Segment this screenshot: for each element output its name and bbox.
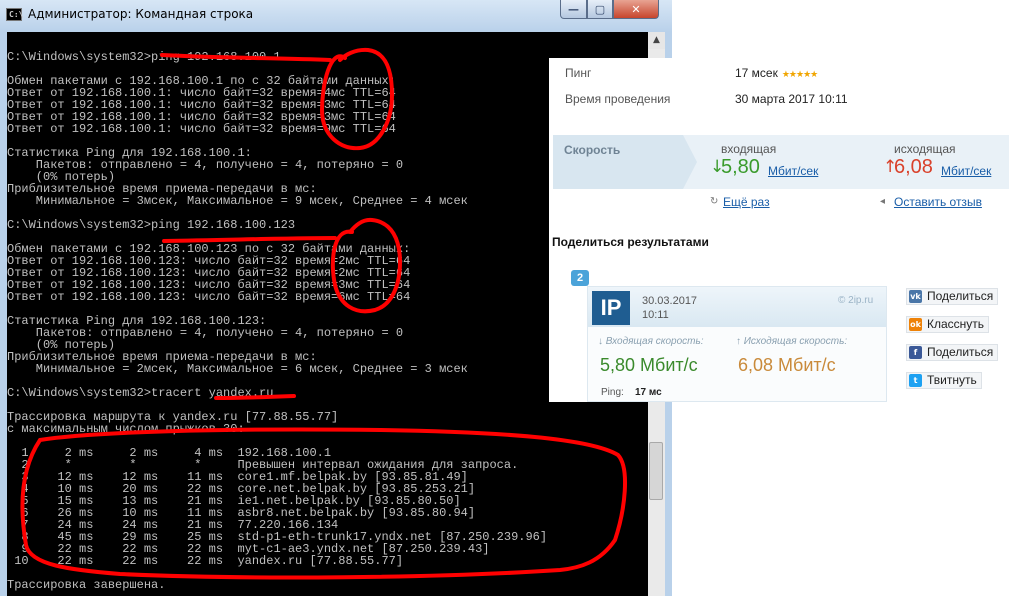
- card-ping-label: Ping:: [601, 387, 624, 398]
- twitter-icon: t: [909, 374, 922, 387]
- ping-label: Пинг: [565, 66, 592, 80]
- version-badge: 2: [571, 270, 589, 286]
- speed-row: Скорость входящая ↓ 5,80 Мбит/сек исходя…: [553, 135, 1009, 189]
- feedback-icon: ◂: [880, 196, 886, 207]
- card-date: 30.03.2017: [642, 295, 698, 307]
- card-header: IP 30.03.2017 10:11 © 2ip.ru: [588, 287, 886, 327]
- card-ping-value: 17 мс: [635, 387, 662, 398]
- download-unit-link[interactable]: Мбит/сек: [768, 164, 818, 178]
- ping-value: 17 мсек ★★★★★: [735, 66, 818, 80]
- annotation-underline-ping1: [160, 53, 332, 62]
- vk-share-button[interactable]: vk Поделиться: [906, 288, 999, 305]
- speed-tab-arrow: [683, 135, 697, 189]
- date-label: Время проведения: [565, 92, 671, 106]
- twitter-share-button[interactable]: t Твитнуть: [906, 372, 982, 389]
- vk-icon: vk: [909, 290, 922, 303]
- upload-unit-link[interactable]: Мбит/сек: [941, 164, 991, 178]
- ok-icon: ok: [909, 318, 922, 331]
- twitter-share-label: Твитнуть: [927, 373, 977, 387]
- card-download-value: 5,80 Мбит/с: [600, 355, 698, 375]
- speed-tab: Скорость: [553, 135, 683, 189]
- speed-label: Скорость: [564, 143, 621, 157]
- facebook-icon: f: [909, 346, 922, 359]
- card-time: 10:11: [642, 309, 669, 321]
- annotation-circle-ping1: [320, 47, 394, 151]
- facebook-share-button[interactable]: f Поделиться: [906, 344, 999, 361]
- facebook-share-label: Поделиться: [927, 345, 994, 359]
- ip-logo: IP: [592, 291, 630, 325]
- refresh-icon: ↻: [710, 196, 719, 207]
- annotation-underline-ping2: [162, 236, 337, 243]
- annotation-circle-ping2: [330, 217, 402, 314]
- annotation-circle-tracert: [20, 427, 628, 580]
- ok-share-label: Класснуть: [927, 317, 985, 331]
- ping-row: Пинг 17 мсек ★★★★★: [549, 60, 1009, 86]
- retry-link[interactable]: Ещё раз: [723, 195, 770, 209]
- download-value: 5,80: [721, 156, 760, 178]
- feedback-link[interactable]: Оставить отзыв: [894, 195, 982, 209]
- card-download-label: ↓ Входящая скорость:: [598, 336, 704, 347]
- vk-share-label: Поделиться: [927, 289, 994, 303]
- speedtest-panel: Пинг 17 мсек ★★★★★ Время проведения 30 ма…: [549, 58, 1009, 402]
- upload-value: 6,08: [894, 156, 933, 178]
- share-title: Поделиться результатами: [552, 235, 709, 249]
- card-brand: © 2ip.ru: [838, 295, 874, 306]
- result-card-image: IP 30.03.2017 10:11 © 2ip.ru ↓ Входящая …: [587, 286, 887, 402]
- card-upload-value: 6,08 Мбит/с: [738, 355, 836, 375]
- card-upload-label: ↑ Исходящая скорость:: [736, 336, 848, 347]
- date-row: Время проведения 30 марта 2017 10:11: [549, 86, 1009, 112]
- rating-stars-icon: ★★★★★: [781, 69, 818, 79]
- download-label: входящая: [721, 142, 777, 156]
- ok-share-button[interactable]: ok Класснуть: [906, 316, 990, 333]
- date-value: 30 марта 2017 10:11: [735, 92, 848, 106]
- upload-label: исходящая: [894, 142, 956, 156]
- annotation-underline-tracert: [214, 394, 296, 400]
